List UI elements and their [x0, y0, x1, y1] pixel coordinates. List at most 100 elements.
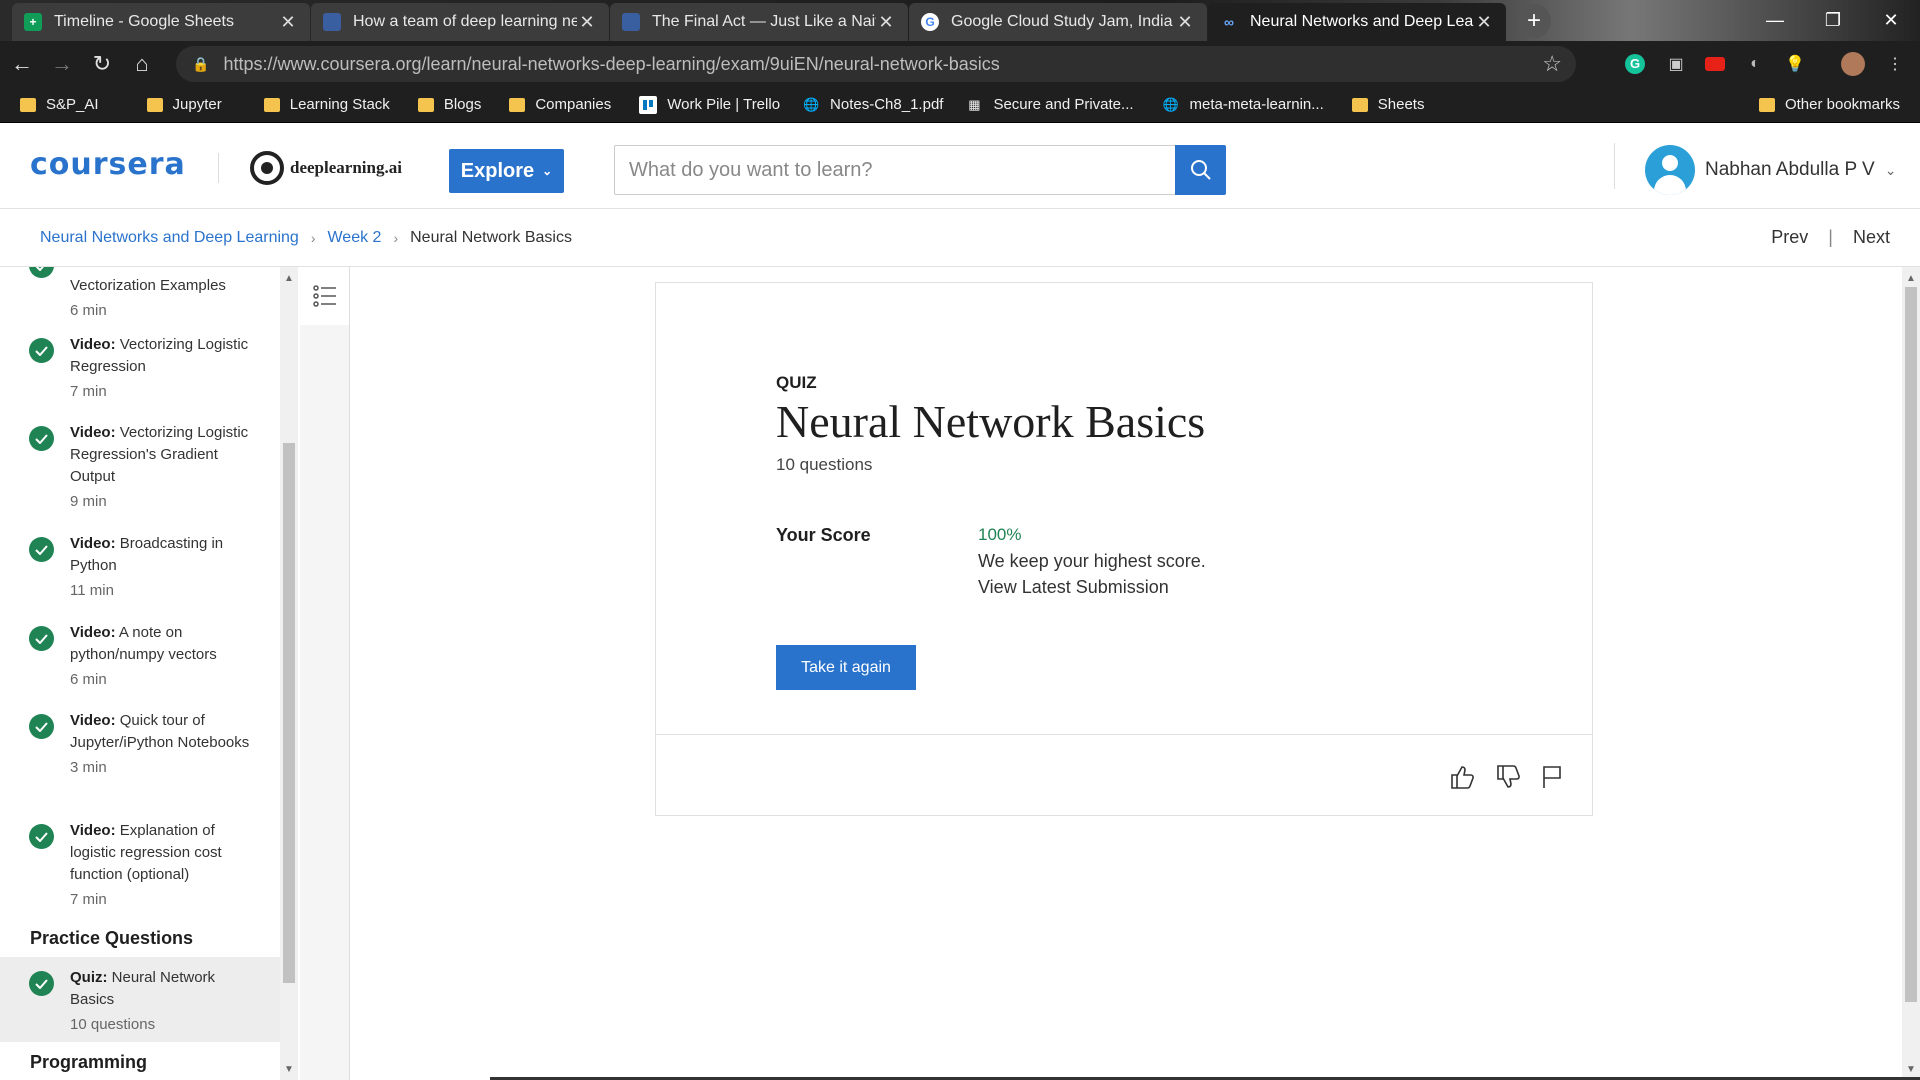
- thumbs-down-icon[interactable]: [1492, 761, 1524, 793]
- home-icon[interactable]: ⌂: [124, 46, 160, 82]
- window-controls: — ❐ ✕: [1746, 0, 1920, 40]
- url-text: https://www.coursera.org/learn/neural-ne…: [223, 53, 1000, 74]
- close-tab-icon[interactable]: ✕: [1175, 12, 1195, 33]
- item-kind: Video:: [70, 535, 116, 552]
- prev-next-nav: Prev | Next: [1771, 227, 1890, 248]
- bookmark-folder[interactable]: Learning Stack: [263, 96, 390, 113]
- folder-icon: [146, 97, 163, 112]
- close-window-icon[interactable]: ✕: [1862, 0, 1920, 40]
- list-item-selected[interactable]: Quiz: Neural Network Basics 10 questions: [0, 957, 280, 1042]
- address-bar[interactable]: 🔒 https://www.coursera.org/learn/neural-…: [176, 46, 1576, 82]
- folder-icon: [20, 97, 36, 112]
- main-scroll-thumb[interactable]: [1905, 287, 1917, 1002]
- partner-logo[interactable]: deeplearning.ai: [250, 151, 402, 185]
- bookmark-link[interactable]: Work Pile | Trello: [639, 95, 781, 114]
- take-again-button[interactable]: Take it again: [776, 645, 916, 690]
- browser-tab[interactable]: The Final Act — Just Like a Naive ✕: [610, 3, 908, 41]
- coursera-logo[interactable]: coursera: [30, 147, 186, 182]
- new-tab-button[interactable]: +: [1517, 4, 1551, 38]
- search-input[interactable]: [614, 145, 1176, 195]
- list-item[interactable]: Video: Vectorizing Logistic Regression 7 …: [0, 334, 280, 420]
- other-bookmarks[interactable]: Other bookmarks: [1758, 96, 1900, 113]
- breadcrumb-week[interactable]: Week 2: [327, 229, 381, 247]
- bookmark-link[interactable]: 🌐 Notes-Ch8_1.pdf: [802, 96, 944, 114]
- bookmark-folder[interactable]: S&P_AI: [20, 96, 99, 113]
- scroll-up-icon[interactable]: ▲: [1902, 269, 1920, 287]
- list-item[interactable]: Video: Quick tour of Jupyter/iPython Not…: [0, 710, 280, 818]
- forward-icon[interactable]: →: [44, 46, 80, 82]
- scroll-down-icon[interactable]: ▼: [280, 1060, 298, 1078]
- sidebar-scroll-thumb[interactable]: [283, 443, 295, 983]
- tab-title: Google Cloud Study Jam, India -: [951, 13, 1175, 30]
- view-submission-link[interactable]: View Latest Submission: [978, 577, 1169, 598]
- bookmark-folder[interactable]: Sheets: [1351, 96, 1424, 113]
- score-label: Your Score: [776, 525, 871, 545]
- partner-name: deeplearning.ai: [290, 158, 402, 177]
- bookmark-link[interactable]: ▦ Secure and Private...: [965, 96, 1133, 114]
- page-title: Neural Network Basics: [776, 396, 1206, 447]
- close-tab-icon[interactable]: ✕: [876, 12, 896, 33]
- search-button[interactable]: [1175, 145, 1226, 195]
- bookmark-link[interactable]: 🌐 meta-meta-learnin...: [1162, 96, 1324, 114]
- bookmark-folder[interactable]: Companies: [509, 96, 611, 113]
- close-tab-icon[interactable]: ✕: [1474, 12, 1494, 33]
- bookmark-label: Jupyter: [172, 96, 222, 113]
- extension-icon[interactable]: ◐: [1740, 49, 1770, 79]
- list-item[interactable]: Video: Broadcasting in Python 11 min: [0, 533, 280, 619]
- youtube-extension-icon[interactable]: [1700, 49, 1730, 79]
- close-tab-icon[interactable]: ✕: [577, 12, 597, 33]
- extension-icon[interactable]: ▣: [1661, 49, 1691, 79]
- list-item[interactable]: Video: Vectorizing Logistic Regression's…: [0, 422, 280, 530]
- page-icon: [323, 13, 341, 31]
- user-menu[interactable]: Nabhan Abdulla P V ⌄: [1645, 145, 1896, 195]
- bookmarks-bar: S&P_AI Jupyter Learning Stack Blogs Comp…: [0, 87, 1920, 123]
- score-value: 100%: [978, 525, 1022, 544]
- tool-column: [300, 267, 350, 1080]
- toc-toggle-button[interactable]: [300, 267, 349, 325]
- section-heading: Practice Questions: [30, 928, 194, 948]
- item-title: Vectorization Examples: [70, 277, 226, 294]
- flag-icon[interactable]: [1536, 761, 1568, 793]
- check-circle-icon: [29, 626, 54, 651]
- quiz-label: QUIZ: [776, 373, 817, 392]
- bookmark-star-icon[interactable]: ☆: [1542, 51, 1562, 77]
- lightbulb-icon[interactable]: 💡: [1780, 49, 1810, 79]
- menu-icon[interactable]: ⋮: [1880, 49, 1910, 79]
- list-item[interactable]: Vectorization Examples 6 min: [0, 267, 280, 333]
- list-item[interactable]: Video: Explanation of logistic regressio…: [0, 820, 280, 928]
- tab-title: The Final Act — Just Like a Naive: [652, 13, 876, 30]
- prev-button[interactable]: Prev: [1771, 227, 1808, 248]
- browser-tab[interactable]: G Google Cloud Study Jam, India - ✕: [909, 3, 1207, 41]
- scroll-down-icon[interactable]: ▼: [1902, 1060, 1920, 1078]
- bookmark-label: Other bookmarks: [1784, 96, 1900, 113]
- back-icon[interactable]: ←: [4, 46, 40, 82]
- reload-icon[interactable]: ↻: [84, 46, 120, 82]
- bookmark-folder[interactable]: Jupyter: [146, 96, 222, 113]
- breadcrumb-course[interactable]: Neural Networks and Deep Learning: [40, 229, 299, 247]
- browser-tab[interactable]: How a team of deep learning new ✕: [311, 3, 609, 41]
- restore-icon[interactable]: ❐: [1804, 0, 1862, 40]
- bookmark-label: meta-meta-learnin...: [1189, 96, 1324, 113]
- thumbs-up-icon[interactable]: [1446, 761, 1478, 793]
- profile-avatar-icon[interactable]: [1838, 49, 1868, 79]
- chevron-down-icon: ⌄: [542, 164, 553, 178]
- google-sheets-icon: +: [24, 13, 42, 31]
- bookmark-label: Work Pile | Trello: [667, 96, 781, 113]
- browser-tab[interactable]: + Timeline - Google Sheets ✕: [12, 3, 310, 41]
- scroll-up-icon[interactable]: ▲: [280, 269, 298, 287]
- item-kind: Video:: [70, 822, 116, 839]
- browser-tab-active[interactable]: ∞ Neural Networks and Deep Learni ✕: [1208, 3, 1506, 41]
- minimize-icon[interactable]: —: [1746, 0, 1804, 40]
- divider: [656, 734, 1592, 735]
- list-item[interactable]: Video: A note on python/numpy vectors 6 m…: [0, 622, 280, 708]
- breadcrumb: Neural Networks and Deep Learning › Week…: [0, 209, 1920, 267]
- bookmark-folder[interactable]: Blogs: [417, 96, 481, 113]
- explore-button[interactable]: Explore ⌄: [449, 149, 564, 193]
- next-button[interactable]: Next: [1853, 227, 1890, 248]
- check-circle-icon: [29, 338, 54, 363]
- search-icon: [1190, 160, 1211, 180]
- bookmark-label: S&P_AI: [46, 96, 99, 113]
- close-tab-icon[interactable]: ✕: [278, 12, 298, 33]
- page-icon: [622, 13, 640, 31]
- grammarly-icon[interactable]: G: [1620, 49, 1650, 79]
